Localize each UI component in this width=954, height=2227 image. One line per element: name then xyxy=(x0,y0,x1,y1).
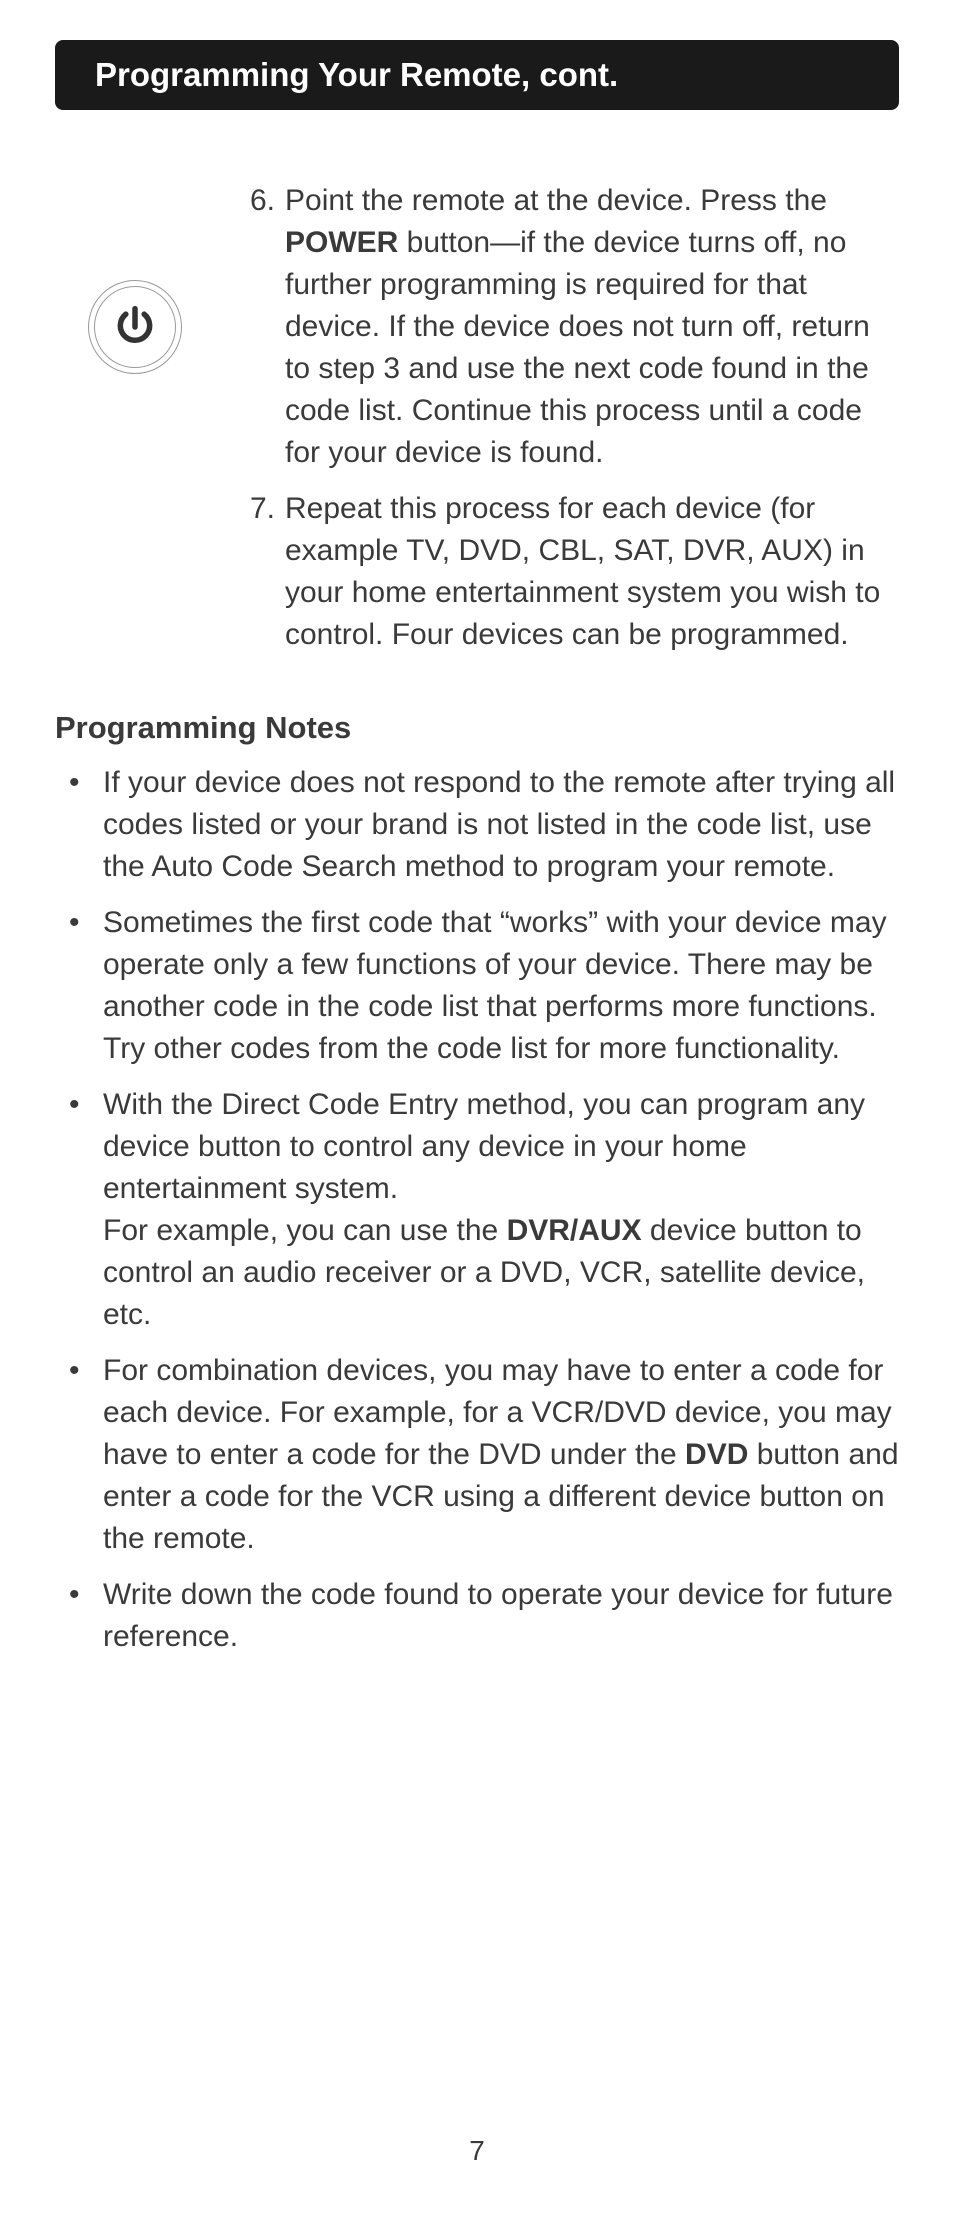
step-7: 7. Repeat this process for each device (… xyxy=(235,488,899,656)
note-item: For combination devices, you may have to… xyxy=(55,1350,899,1560)
note-item: Sometimes the first code that “works” wi… xyxy=(55,902,899,1070)
icon-column xyxy=(55,180,215,670)
power-icon xyxy=(88,280,182,374)
steps-column: 6. Point the remote at the device. Press… xyxy=(235,180,899,670)
page-number: 7 xyxy=(469,2135,485,2167)
note-item: With the Direct Code Entry method, you c… xyxy=(55,1084,899,1336)
section-header: Programming Your Remote, cont. xyxy=(55,40,899,110)
note-item: If your device does not respond to the r… xyxy=(55,762,899,888)
step-text: Repeat this process for each device (for… xyxy=(285,488,899,656)
power-symbol xyxy=(113,305,157,349)
document-page: Programming Your Remote, cont. 6. Point … xyxy=(0,0,954,2227)
step-text: Point the remote at the device. Press th… xyxy=(285,180,899,474)
step-number: 6. xyxy=(235,180,285,474)
notes-heading: Programming Notes xyxy=(55,710,899,746)
note-item: Write down the code found to operate you… xyxy=(55,1574,899,1658)
notes-list: If your device does not respond to the r… xyxy=(55,762,899,1658)
step-number: 7. xyxy=(235,488,285,656)
step-6: 6. Point the remote at the device. Press… xyxy=(235,180,899,474)
power-icon-inner-ring xyxy=(94,286,176,368)
steps-section: 6. Point the remote at the device. Press… xyxy=(55,180,899,670)
